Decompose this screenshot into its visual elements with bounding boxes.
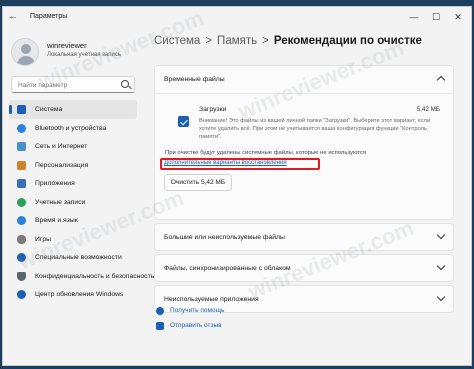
title-bar: ← Параметры — ☐ ✕ [3, 7, 471, 29]
minimize-button[interactable]: — [403, 9, 425, 25]
cloud-files-title: Файлы, синхронизированные с облаком [164, 265, 291, 272]
temp-files-header[interactable]: Временные файлы [155, 66, 453, 93]
sidebar-item-time-language[interactable]: Время и язык [9, 211, 137, 230]
sidebar-item-label: Персонализация [35, 161, 89, 169]
network-icon [17, 142, 26, 151]
monitor-icon [17, 105, 26, 114]
send-feedback-label: Отправить отзыв [170, 322, 222, 329]
get-help-label: Получить помощь [170, 307, 225, 314]
main-content: Система > Память > Рекомендации по очистке В… [145, 29, 471, 365]
settings-window: ← Параметры — ☐ ✕ winreviewer Локальная … [2, 6, 472, 366]
close-button[interactable]: ✕ [447, 9, 469, 25]
highlight-outline [160, 158, 320, 170]
sidebar-item-accessibility[interactable]: Специальные возможности [9, 248, 137, 267]
user-name: winreviewer [47, 41, 87, 50]
accessibility-icon [17, 253, 26, 262]
breadcrumb: Система > Память > Рекомендации по очистке [154, 35, 422, 47]
breadcrumb-separator: > [262, 35, 269, 47]
chevron-down-icon [436, 230, 446, 240]
gamepad-icon [17, 234, 26, 244]
back-arrow-icon[interactable]: ← [8, 11, 18, 22]
sidebar-item-system[interactable]: Система [9, 100, 137, 119]
sidebar-item-privacy[interactable]: Конфиденциальность и безопасность [9, 267, 154, 286]
search-box[interactable] [11, 76, 135, 93]
sidebar-item-accounts[interactable]: Учетные записи [9, 193, 137, 212]
sidebar-item-label: Конфиденциальность и безопасность [35, 272, 155, 280]
sidebar-item-label: Время и язык [35, 217, 78, 224]
large-files-title: Большие или неиспользуемые файлы [164, 234, 285, 241]
bluetooth-icon [17, 123, 26, 133]
sidebar: winreviewer Локальная учетная запись Сис… [3, 29, 154, 365]
sidebar-item-label: Учетные записи [35, 198, 86, 206]
sidebar-item-label: Приложения [35, 180, 75, 187]
sidebar-item-apps[interactable]: Приложения [9, 174, 137, 193]
breadcrumb-separator: > [205, 35, 213, 47]
user-account-type: Локальная учетная запись [47, 52, 121, 58]
page-title: Рекомендации по очистке [273, 35, 422, 47]
sidebar-nav: Система Bluetooth и устройства Сеть и Ин… [9, 100, 154, 304]
help-icon [156, 307, 164, 315]
breadcrumb-item-system[interactable]: Система [154, 35, 200, 47]
downloads-item[interactable]: Загрузки 5,42 МБ Внимание! Это файлы из … [172, 98, 442, 148]
sidebar-item-windows-update[interactable]: Центр обновления Windows [9, 285, 137, 304]
chevron-down-icon [436, 261, 446, 271]
sidebar-item-personalization[interactable]: Персонализация [9, 156, 137, 175]
unused-apps-title: Неиспользуемые приложения [164, 296, 259, 303]
sidebar-item-label: Система [35, 106, 63, 113]
sidebar-item-label: Игры [35, 235, 52, 243]
brush-icon [17, 160, 26, 170]
chevron-up-icon [436, 75, 446, 85]
sidebar-item-network[interactable]: Сеть и Интернет [9, 137, 137, 156]
breadcrumb-item-storage[interactable]: Память [217, 35, 257, 47]
feedback-icon [156, 322, 164, 330]
apps-icon [17, 179, 26, 188]
downloads-size: 5,42 МБ [416, 106, 440, 113]
shield-icon [17, 271, 26, 281]
temp-files-card: Временные файлы Загрузки 5,42 МБ Внимани… [154, 65, 454, 220]
temp-files-title: Временные файлы [164, 76, 225, 83]
downloads-description: Внимание! Это файлы из вашей личной папк… [199, 118, 431, 141]
downloads-checkbox[interactable] [178, 116, 189, 127]
sidebar-item-label: Bluetooth и устройства [35, 124, 107, 132]
maximize-button[interactable]: ☐ [425, 9, 447, 25]
search-icon[interactable] [121, 80, 129, 88]
sidebar-item-bluetooth[interactable]: Bluetooth и устройства [9, 119, 137, 138]
chevron-down-icon [436, 292, 446, 302]
avatar[interactable] [11, 38, 39, 66]
sidebar-item-label: Центр обновления Windows [35, 291, 124, 298]
large-files-section[interactable]: Большие или неиспользуемые файлы [154, 223, 454, 251]
window-title: Параметры [30, 13, 68, 20]
globe-icon [17, 216, 26, 225]
update-icon [17, 290, 26, 299]
downloads-label: Загрузки [199, 106, 227, 113]
account-icon [17, 197, 26, 207]
cleanup-note: При очистке будут удалены системные файл… [165, 150, 367, 156]
search-input[interactable] [18, 79, 118, 91]
sidebar-item-gaming[interactable]: Игры [9, 230, 137, 249]
sidebar-item-label: Сеть и Интернет [35, 143, 88, 150]
sidebar-item-label: Специальные возможности [35, 254, 122, 261]
temp-files-body: Загрузки 5,42 МБ Внимание! Это файлы из … [155, 93, 453, 191]
cloud-files-section[interactable]: Файлы, синхронизированные с облаком [154, 254, 454, 282]
cleanup-button[interactable]: Очистить 5,42 МБ [164, 174, 232, 191]
